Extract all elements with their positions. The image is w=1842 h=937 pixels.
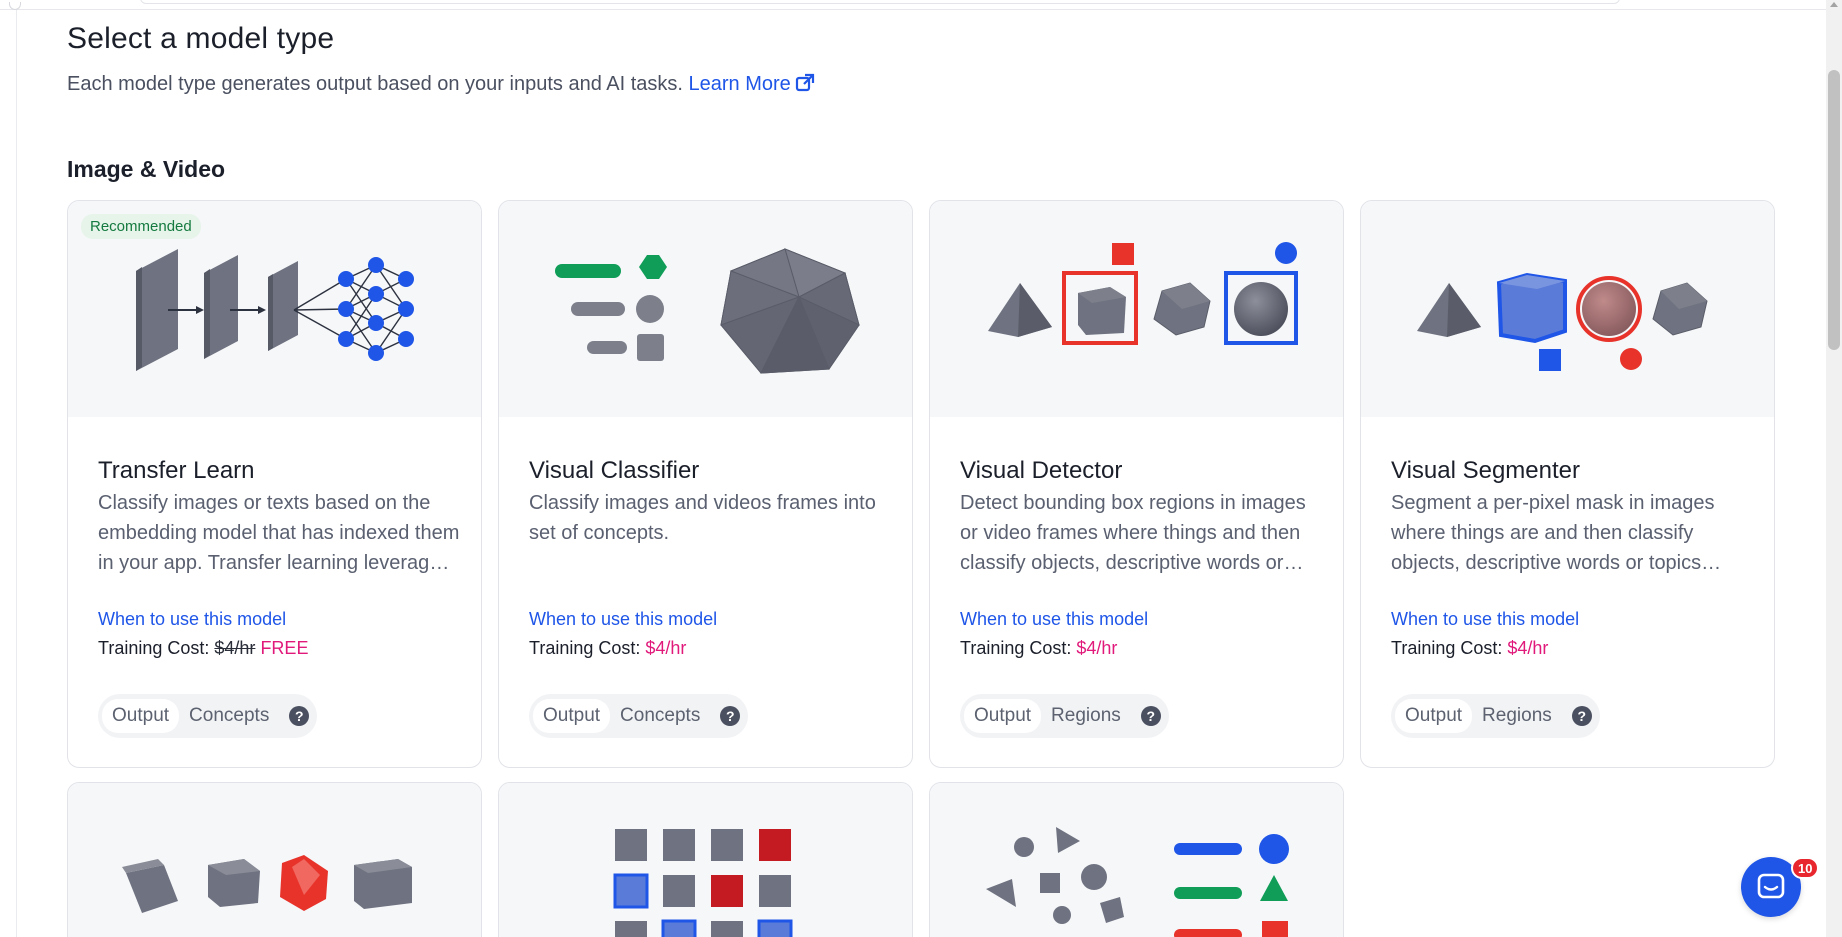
section-title: Image & Video [67,156,226,182]
training-cost: Training Cost: $4/hr [960,638,1117,659]
classifier-illustration [555,248,860,374]
output-label: Output [102,699,180,733]
output-type-pill: Output Concepts ? [98,694,318,738]
cost-price: $4/hr [645,638,687,658]
cost-label: Training Cost: [960,638,1072,658]
external-link-icon [795,73,814,92]
card-title: Visual Detector [960,457,1123,484]
card-title: Visual Segmenter [1391,457,1580,484]
vertical-scrollbar[interactable] [1826,0,1842,937]
card-description-text: Classify images or texts based on the em… [98,492,460,574]
output-value: Regions [1482,705,1552,726]
model-card-transfer-learn[interactable]: Recommended Transfer Learn Classify imag… [67,200,482,768]
subtitle-text: Each model type generates output based o… [67,73,683,95]
card-description-text: Detect bounding box regions in images or… [960,492,1306,574]
card-title: Visual Classifier [529,457,700,484]
cost-label: Training Cost: [1391,638,1503,658]
card-illustration [68,783,481,937]
card-description: Classify images and videos frames into s… [529,488,891,578]
output-label: Output [533,699,611,733]
model-card-row2-2[interactable] [498,782,913,937]
card-description-text: Classify images and videos frames into s… [529,492,876,544]
clustering-illustration [986,827,1289,937]
card-description: Classify images or texts based on the em… [98,488,460,578]
output-value: Regions [1051,705,1121,726]
page-title: Select a model type [67,22,335,55]
recommended-badge: Recommended [81,214,201,239]
when-to-use-link[interactable]: When to use this model [1391,609,1579,630]
card-title: Transfer Learn [98,457,255,484]
cost-label: Training Cost: [98,638,210,658]
page-subtitle: Each model type generates output based o… [67,73,815,96]
card-illustration [930,783,1343,937]
training-cost: Training Cost: $4/hr [1391,638,1548,659]
when-to-use-link[interactable]: When to use this model [98,609,286,630]
card-description: Segment a per-pixel mask in images where… [1391,488,1753,578]
card-description-text: Segment a per-pixel mask in images where… [1391,492,1715,574]
card-description: Detect bounding box regions in images or… [960,488,1322,578]
cost-price: $4/hr [1076,638,1118,658]
card-illustration: Recommended [68,201,481,417]
output-label: Output [1395,699,1473,733]
training-cost: Training Cost: $4/hr [529,638,686,659]
model-card-visual-classifier[interactable]: Visual Classifier Classify images and vi… [498,200,913,768]
help-icon[interactable]: ? [289,706,310,726]
help-icon[interactable]: ? [720,706,741,726]
cost-price: FREE [260,638,309,658]
output-type-pill: Output Regions ? [1391,694,1600,738]
card-illustration [930,201,1343,417]
cost-label: Training Cost: [529,638,641,658]
cost-old-price: $4/hr [214,638,256,658]
model-card-visual-segmenter[interactable]: Visual Segmenter Segment a per-pixel mas… [1360,200,1775,768]
card-illustration [499,783,912,937]
help-icon[interactable]: ? [1571,706,1592,726]
scroll-up-arrow-icon[interactable] [1830,2,1838,7]
detector-illustration [988,242,1298,345]
when-to-use-link[interactable]: When to use this model [529,609,717,630]
segmenter-illustration [1417,272,1708,371]
left-divider [16,10,17,937]
output-value: Concepts [189,705,270,726]
learn-more-label: Learn More [688,73,791,95]
cube-grid-illustration [613,829,793,937]
output-label: Output [964,699,1042,733]
model-card-row2-1[interactable] [67,782,482,937]
when-to-use-link[interactable]: When to use this model [960,609,1148,630]
cost-price: $4/hr [1507,638,1549,658]
training-cost: Training Cost: $4/hr FREE [98,638,308,659]
output-type-pill: Output Concepts ? [529,694,749,738]
model-card-row2-3[interactable] [929,782,1344,937]
learn-more-link[interactable]: Learn More [689,73,815,95]
model-card-visual-detector[interactable]: Visual Detector Detect bounding box regi… [929,200,1344,768]
search-bar-edge[interactable] [140,0,1620,4]
notification-count-badge: 10 [1791,857,1820,879]
chat-bubble-icon [1757,873,1785,899]
scroll-thumb[interactable] [1828,70,1840,350]
help-icon[interactable]: ? [1140,706,1161,726]
cubes-illustration [122,855,412,913]
card-illustration [499,201,912,417]
card-illustration [1361,201,1774,417]
output-value: Concepts [620,705,701,726]
output-type-pill: Output Regions ? [960,694,1169,738]
